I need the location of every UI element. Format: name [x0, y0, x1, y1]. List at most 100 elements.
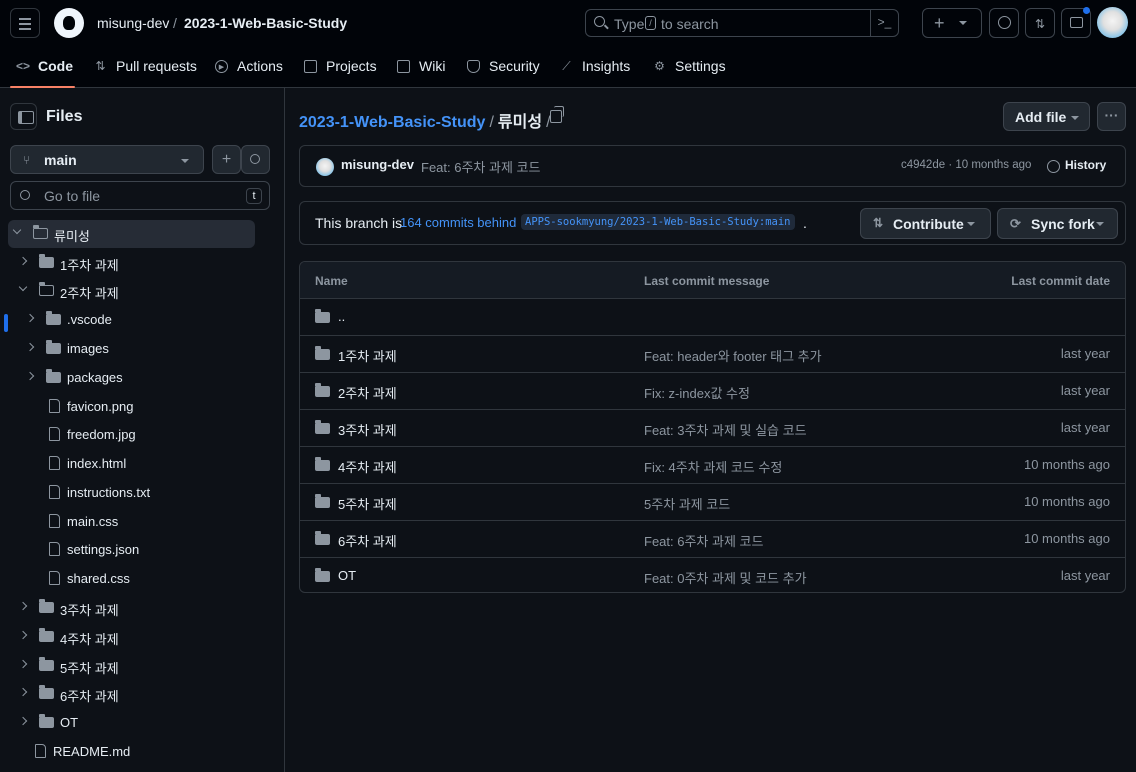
file-table: Name Last commit message Last commit dat… — [299, 261, 1126, 593]
avatar[interactable] — [316, 158, 334, 176]
tab-insights[interactable]: ⟋ Insights — [554, 52, 639, 82]
commit-message-link[interactable]: Feat: header와 footer 태그 추가 — [644, 346, 822, 365]
branch-selector[interactable]: ⑂ main — [10, 145, 204, 174]
table-row[interactable]: OT Feat: 0주차 과제 및 코드 추가 last year — [300, 558, 1125, 592]
global-header: misung-dev / 2023-1-Web-Basic-Study Type… — [0, 0, 1136, 88]
tab-label: Actions — [237, 58, 283, 74]
parent-directory-link[interactable]: .. — [338, 309, 345, 324]
commit-sha-time[interactable]: c4942de · 10 months ago — [901, 159, 1031, 171]
breadcrumb-separator: / — [173, 15, 177, 31]
add-file-button[interactable]: Add file — [1003, 102, 1090, 131]
history-link[interactable]: History — [1065, 158, 1106, 172]
go-to-file-shortcut: t — [246, 188, 262, 204]
tree-item-file[interactable]: index.html — [8, 450, 255, 478]
commits-behind-link[interactable]: 164 commits behind — [400, 215, 516, 230]
plus-icon: + — [934, 13, 945, 33]
commit-message-link[interactable]: 5주차 과제 코드 — [644, 494, 730, 513]
commit-message-link[interactable]: Feat: 6주차 과제 코드 — [421, 157, 540, 176]
repo-name-link[interactable]: 2023-1-Web-Basic-Study — [184, 15, 347, 31]
table-row[interactable]: 5주차 과제 5주차 과제 코드 10 months ago — [300, 484, 1125, 521]
tree-item-file[interactable]: shared.css — [8, 565, 255, 593]
branch-status-prefix: This branch is — [315, 215, 403, 231]
folder-name-link[interactable]: 4주차 과제 — [338, 457, 397, 476]
tab-security[interactable]: Security — [461, 52, 546, 82]
tab-wiki[interactable]: Wiki — [391, 52, 451, 82]
repo-owner-link[interactable]: misung-dev — [97, 15, 169, 31]
tree-item-folder[interactable]: 3주차 과제 — [8, 594, 255, 622]
folder-name-link[interactable]: 2주차 과제 — [338, 383, 397, 402]
tree-item-folder[interactable]: 6주차 과제 — [8, 680, 255, 708]
tab-settings[interactable]: ⚙ Settings — [647, 52, 732, 82]
command-palette-icon[interactable]: >_ — [870, 9, 898, 37]
folder-name-link[interactable]: 5주차 과제 — [338, 494, 397, 513]
tree-item-file[interactable]: freedom.jpg — [8, 421, 255, 449]
tree-item-label: 3주차 과제 — [60, 603, 119, 618]
plus-icon: + — [221, 151, 232, 168]
more-options-button[interactable]: ··· — [1097, 102, 1126, 131]
folder-name-link[interactable]: 6주차 과제 — [338, 531, 397, 550]
table-row[interactable]: 3주차 과제 Feat: 3주차 과제 및 실습 코드 last year — [300, 410, 1125, 447]
commit-author-link[interactable]: misung-dev — [341, 157, 414, 172]
file-icon — [49, 456, 60, 470]
tab-label: Security — [489, 58, 540, 74]
commit-message-link[interactable]: Feat: 6주차 과제 코드 — [644, 531, 763, 550]
search-files-button[interactable] — [241, 145, 270, 174]
sync-fork-button[interactable]: ⟳ Sync fork — [997, 208, 1118, 239]
tree-item-label: images — [67, 341, 109, 356]
breadcrumb-repo-link[interactable]: 2023-1-Web-Basic-Study — [299, 114, 485, 131]
folder-icon — [39, 599, 54, 613]
menu-button[interactable] — [10, 8, 40, 38]
tree-item-folder[interactable]: packages — [8, 364, 255, 392]
folder-icon — [315, 383, 330, 397]
folder-name-link[interactable]: 1주차 과제 — [338, 346, 397, 365]
tab-code[interactable]: <> Code — [10, 52, 75, 88]
file-icon — [49, 399, 60, 413]
folder-name-link[interactable]: OT — [338, 568, 356, 583]
collapse-sidebar-icon[interactable] — [10, 103, 37, 130]
pull-requests-button[interactable]: ⇅ — [1025, 8, 1055, 38]
add-file-button[interactable]: + — [212, 145, 241, 174]
tree-item-folder[interactable]: .vscode — [8, 306, 255, 334]
parent-directory-row[interactable]: .. — [300, 299, 1125, 336]
user-avatar[interactable] — [1097, 7, 1128, 38]
tree-item-file[interactable]: main.css — [8, 508, 255, 536]
table-row[interactable]: 1주차 과제 Feat: header와 footer 태그 추가 last y… — [300, 336, 1125, 373]
tree-item-file[interactable]: settings.json — [8, 536, 255, 564]
folder-name-link[interactable]: 3주차 과제 — [338, 420, 397, 439]
tree-item-label: 5주차 과제 — [60, 661, 119, 676]
tab-pull-requests[interactable]: ⇅ Pull requests — [88, 52, 206, 82]
tree-item-folder[interactable]: 2주차 과제 — [8, 277, 255, 305]
tree-item-folder[interactable]: 4주차 과제 — [8, 623, 255, 651]
commit-message-link[interactable]: Fix: z-index값 수정 — [644, 383, 750, 402]
go-to-file-input[interactable]: Go to file t — [10, 181, 270, 210]
folder-icon — [46, 340, 61, 354]
issues-button[interactable] — [989, 8, 1019, 38]
commit-date: last year — [1060, 383, 1110, 398]
tab-projects[interactable]: Projects — [298, 52, 383, 82]
tree-item-folder[interactable]: OT — [8, 709, 255, 737]
github-logo-icon[interactable] — [54, 8, 84, 38]
tree-item-folder[interactable]: 류미성 — [8, 220, 255, 248]
create-new-button[interactable]: + — [922, 8, 982, 38]
commit-message-link[interactable]: Feat: 3주차 과제 및 실습 코드 — [644, 420, 807, 439]
tree-item-label: main.css — [67, 514, 119, 529]
tree-item-file[interactable]: instructions.txt — [8, 479, 255, 507]
tree-item-file[interactable]: README.md — [8, 738, 255, 766]
table-row[interactable]: 6주차 과제 Feat: 6주차 과제 코드 10 months ago — [300, 521, 1125, 558]
commit-message-link[interactable]: Fix: 4주차 과제 코드 수정 — [644, 457, 782, 476]
commit-message-link[interactable]: Feat: 0주차 과제 및 코드 추가 — [644, 568, 807, 587]
tab-actions[interactable]: ▶ Actions — [209, 52, 289, 82]
tree-item-folder[interactable]: images — [8, 335, 255, 363]
commit-date: 10 months ago — [1023, 531, 1110, 546]
copy-path-icon[interactable] — [550, 106, 564, 123]
search-icon — [20, 190, 30, 200]
tree-item-file[interactable]: favicon.png — [8, 393, 255, 421]
table-row[interactable]: 2주차 과제 Fix: z-index값 수정 last year — [300, 373, 1125, 410]
folder-icon — [315, 531, 330, 545]
search-placeholder-prefix: Type — [614, 16, 645, 32]
contribute-button[interactable]: ⇅ Contribute — [860, 208, 991, 239]
table-row[interactable]: 4주차 과제 Fix: 4주차 과제 코드 수정 10 months ago — [300, 447, 1125, 484]
tree-item-folder[interactable]: 5주차 과제 — [8, 652, 255, 680]
tree-item-folder[interactable]: 1주차 과제 — [8, 249, 255, 277]
search-input[interactable]: Type / to search >_ — [585, 9, 899, 37]
